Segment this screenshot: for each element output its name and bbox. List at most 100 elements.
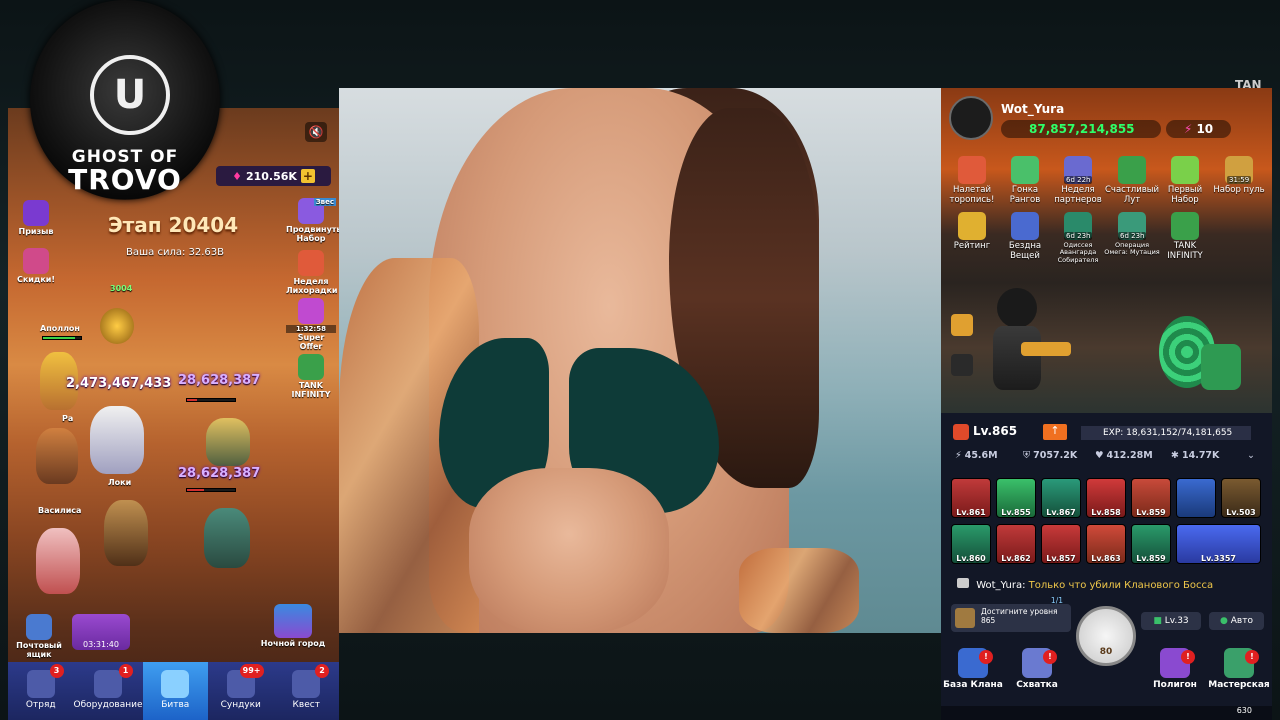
chat-name: Wot_Yura: <box>976 580 1026 591</box>
tank-infinity-button[interactable]: TANK INFINITY <box>286 354 336 399</box>
logo-line2: TROVO <box>68 163 182 196</box>
hero-sprite <box>36 528 80 594</box>
fever-week-button[interactable]: Неделя Лихорадки <box>286 250 338 295</box>
night-city-label: Ночной город <box>260 639 326 648</box>
card-level: Lv.3357 <box>1201 554 1236 563</box>
avatar[interactable] <box>949 96 993 140</box>
event-icon[interactable]: Гонка Рангов <box>997 156 1053 206</box>
nav-range[interactable]: ! Полигон <box>1143 648 1207 690</box>
event-icon[interactable]: Счастливый Лут <box>1104 156 1160 206</box>
nav-label: Битва <box>161 700 190 710</box>
level-up-button[interactable]: ↑ <box>1043 424 1067 440</box>
defense-value: 7057.2K <box>1033 450 1078 461</box>
night-city-button[interactable]: Ночной город <box>260 604 326 648</box>
event-icon-image <box>1171 156 1199 184</box>
goal-widget[interactable]: 1/1 Достигните уровня 865 <box>951 596 1071 632</box>
exp-bar: EXP: 18,631,152/74,181,655 <box>1081 426 1251 440</box>
hero-label-apollo: Аполлон <box>40 324 80 333</box>
event-timer: 6d 22h <box>1064 176 1093 185</box>
tank-level-button[interactable]: ■ Lv.33 <box>1141 612 1201 630</box>
super-offer-button[interactable]: 1:32:58 Super Offer <box>286 298 336 351</box>
nav-quest[interactable]: 2 Квест <box>274 662 340 720</box>
tank-card[interactable]: Lv.3357 <box>1176 524 1261 564</box>
event-timer-button[interactable]: 03:31:40 <box>72 614 130 650</box>
event-icon[interactable]: Первый Набор <box>1157 156 1213 206</box>
bottom-value: 630 <box>1236 706 1252 715</box>
event-icon[interactable]: 31:59 Набор пуль <box>1211 156 1267 196</box>
nav-label: Полигон <box>1153 680 1197 690</box>
crit-stat: ✱ 14.77K <box>1171 450 1220 461</box>
nav-label: Квест <box>292 700 320 710</box>
equipment-card[interactable]: Lv.859 <box>1131 478 1171 518</box>
equipment-card[interactable]: Lv.861 <box>951 478 991 518</box>
coin-value: 87,857,214,855 <box>1029 122 1135 136</box>
video-player <box>339 88 941 633</box>
nav-clan-base[interactable]: ! База Клана <box>941 648 1005 690</box>
equipment-card[interactable] <box>1176 478 1216 518</box>
mailbox-label: Почтовый ящик <box>16 641 62 659</box>
tank-infinity-button[interactable]: TANK INFINITY <box>1157 212 1213 262</box>
auto-button[interactable]: ● Авто <box>1209 612 1264 630</box>
mail-icon[interactable] <box>951 314 973 336</box>
nav-skirmish[interactable]: ! Схватка <box>1005 648 1069 690</box>
nav-equipment[interactable]: 1 Оборудование <box>74 662 143 720</box>
equipment-card[interactable]: Lv.859 <box>1131 524 1171 564</box>
card-level: Lv.861 <box>956 508 986 517</box>
tank-infinity-label: TANK INFINITY <box>291 381 331 399</box>
nav-label: Мастерская <box>1208 680 1270 690</box>
event-label: TANK INFINITY <box>1167 241 1203 261</box>
discounts-button[interactable]: Скидки! <box>16 248 56 284</box>
nav-label: Оборудование <box>73 700 143 710</box>
equipment-card[interactable]: Lv.855 <box>996 478 1036 518</box>
video-hands <box>469 468 669 633</box>
equipment-card[interactable]: Lv.863 <box>1086 524 1126 564</box>
equipment-card[interactable]: Lv.858 <box>1086 478 1126 518</box>
nav-battle[interactable]: Битва <box>142 662 208 720</box>
tank-icon <box>298 354 324 380</box>
nav-squad[interactable]: 3 Отряд <box>8 662 74 720</box>
card-level: Lv.862 <box>1001 554 1031 563</box>
discounts-icon <box>23 248 49 274</box>
enemy-sprite <box>204 508 250 568</box>
event-timer: 6d 23h <box>1118 232 1147 241</box>
event-label: Первый Набор <box>1167 185 1203 205</box>
event-icon[interactable]: 6d 22h Неделя партнеров <box>1050 156 1106 206</box>
abyss-button[interactable]: Бездна Вещей <box>997 212 1053 262</box>
equipment-card[interactable]: Lv.862 <box>996 524 1036 564</box>
equipment-card[interactable]: Lv.503 <box>1221 478 1261 518</box>
equipment-card[interactable]: Lv.867 <box>1041 478 1081 518</box>
add-gems-button[interactable]: + <box>300 169 315 183</box>
event-icon-image <box>958 156 986 184</box>
attack-value: 45.6M <box>964 450 998 461</box>
mute-icon[interactable]: 🔇 <box>305 122 327 142</box>
chevron-down-icon[interactable]: ⌄ <box>1247 450 1255 461</box>
event-label: Рейтинг <box>953 241 991 251</box>
event-icon[interactable]: Налетай торопись! <box>944 156 1000 206</box>
mail-icon <box>26 614 52 640</box>
card-level: Lv.860 <box>956 554 986 563</box>
hero-hp-bar <box>42 336 82 340</box>
list-icon[interactable] <box>951 354 973 376</box>
bottom-strip: 630 <box>941 706 1272 720</box>
hero-label-vasilisa: Василиса <box>38 506 82 515</box>
event-label: Бездна Вещей <box>1008 241 1042 261</box>
event-label: Неделя партнеров <box>1054 185 1102 205</box>
auto-label: Авто <box>1230 616 1253 626</box>
nav-badge: 2 <box>315 664 329 678</box>
abyss-icon <box>1011 212 1039 240</box>
fever-week-label: Неделя Лихорадки <box>286 277 338 295</box>
mailbox-button[interactable]: Почтовый ящик <box>14 614 64 659</box>
hero-sprite <box>36 428 78 484</box>
right-game-panel: Wot_Yura 87,857,214,855 ⚡ 10 Налетай тор… <box>941 88 1272 720</box>
goal-icon <box>955 608 975 628</box>
equipment-card[interactable]: Lv.857 <box>1041 524 1081 564</box>
event-timer: 6d 23h <box>1064 232 1093 241</box>
equipment-card[interactable]: Lv.860 <box>951 524 991 564</box>
operation-button[interactable]: 6d 23h Операция Омега: Мутация <box>1104 212 1160 257</box>
energy-icon: ⚡ <box>1183 122 1193 136</box>
odyssey-button[interactable]: 6d 23h Одиссея Авангарда Собирателя <box>1050 212 1106 264</box>
nav-workshop[interactable]: ! Мастерская <box>1207 648 1271 690</box>
nav-chests[interactable]: 99+ Сундуки <box>208 662 274 720</box>
advanced-pack-button[interactable]: Звес Продвинутый Набор <box>286 198 339 243</box>
ranking-button[interactable]: Рейтинг <box>944 212 1000 252</box>
